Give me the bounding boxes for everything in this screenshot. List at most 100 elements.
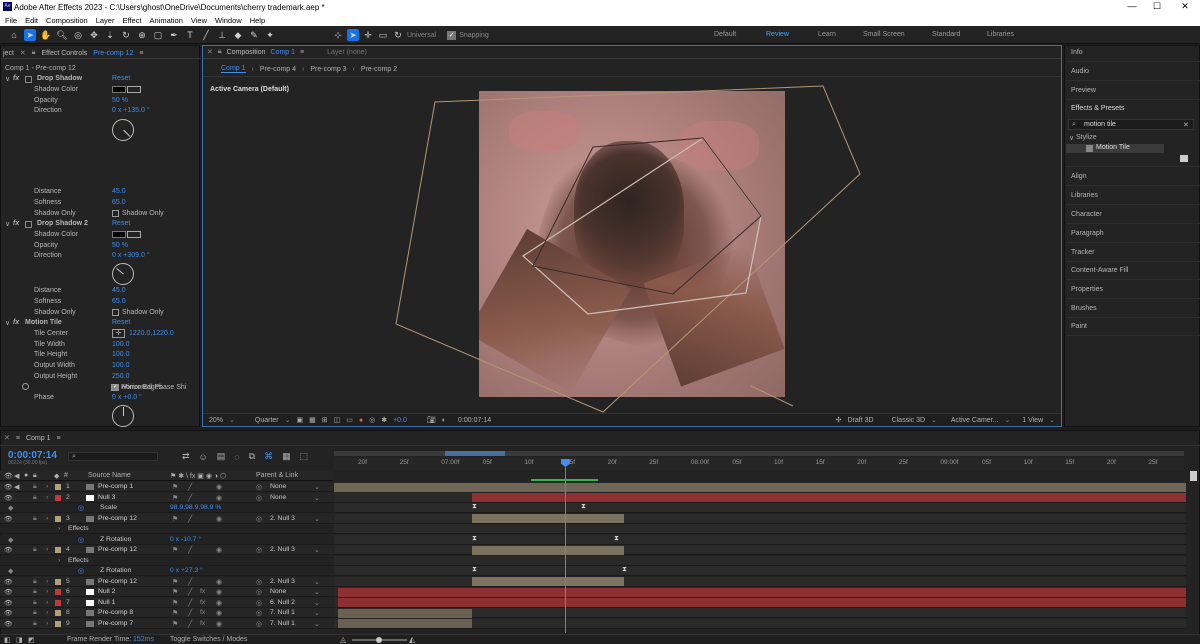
parent-dropdown[interactable]: 2. Null 3 <box>270 578 295 585</box>
parent-dropdown[interactable]: 6. Null 2 <box>270 599 295 606</box>
switch-quality-icon[interactable]: ╱ <box>188 578 192 586</box>
property-value[interactable]: 98.9,98.9,98.9 % <box>170 504 221 511</box>
drop-shadow-reset[interactable]: Reset <box>112 75 130 82</box>
puppet-pin-icon[interactable]: ✦ <box>264 29 276 41</box>
fx-icon[interactable]: fx <box>13 319 19 326</box>
stopwatch-icon[interactable]: ◎ <box>78 536 84 544</box>
workspace-standard[interactable]: Standard <box>932 31 960 38</box>
layer-track[interactable] <box>334 566 1186 576</box>
panel-menu-icon[interactable]: ≡ <box>16 435 20 442</box>
expand-chevron-icon[interactable]: › <box>46 609 48 616</box>
axis-rect-icon[interactable]: ▭ <box>377 29 389 41</box>
switch-motion-blur-icon[interactable]: ◉ <box>216 483 222 491</box>
draft-3d-icon[interactable]: ✣ <box>836 416 842 424</box>
parent-pickwhip-icon[interactable]: ◎ <box>256 609 262 617</box>
keyframe-navigator-icon[interactable]: ◆ <box>8 504 13 512</box>
layer-name[interactable]: Null 3 <box>98 494 115 501</box>
property-row[interactable]: ◆ ◎ Z Rotation 0 x +27.3 ° <box>0 566 333 576</box>
exposure-icon[interactable]: ✱ <box>381 416 387 424</box>
label-color-swatch[interactable] <box>55 494 61 501</box>
expand-chevron-icon[interactable]: › <box>58 557 60 564</box>
phase-dial[interactable] <box>112 405 134 427</box>
frame-icon[interactable]: ▭ <box>346 416 353 424</box>
property-row[interactable]: ◆ ◎ Scale 98.9,98.9,98.9 % <box>0 503 333 513</box>
resolution-dropdown[interactable]: Quarter <box>255 417 279 424</box>
color-channels-icon[interactable]: ● <box>359 417 363 424</box>
switch-shy-icon[interactable]: ⚑ <box>172 599 178 607</box>
fx-icon[interactable]: fx <box>13 220 19 227</box>
distance-value[interactable]: 45.0 <box>112 188 126 195</box>
output-height-value[interactable]: 250.0 <box>112 373 130 380</box>
layer-name[interactable]: Null 1 <box>98 599 115 606</box>
rectangle-tool-icon[interactable]: ▢ <box>152 29 164 41</box>
lock-icon[interactable]: 🔒︎ <box>32 49 36 57</box>
toggle-render-icon[interactable]: ◩ <box>28 636 35 644</box>
parent-pickwhip-icon[interactable]: ◎ <box>256 588 262 596</box>
stopwatch-icon[interactable] <box>22 383 29 390</box>
layer-row[interactable]: 👁︎ 🔒︎ › 5 Pre-comp 12 ⚑ ╱ ◉ ◎ 2. Null 3 ⌄ <box>0 576 333 587</box>
layer-track[interactable] <box>334 534 1186 545</box>
parent-pickwhip-icon[interactable]: ◎ <box>256 494 262 502</box>
opacity-value[interactable]: 50 % <box>112 97 128 104</box>
roto-brush-icon[interactable]: ✎ <box>248 29 260 41</box>
minimize-button[interactable]: — <box>1122 1 1142 11</box>
switch-quality-icon[interactable]: ╱ <box>188 599 192 607</box>
switch-fx-icon[interactable]: fx <box>200 599 205 606</box>
keyframe-icon[interactable]: ⧗ <box>472 535 477 543</box>
layer-name[interactable]: Null 2 <box>98 588 115 595</box>
workspace-small-screen[interactable]: Small Screen <box>863 31 905 38</box>
align-panel-tab[interactable]: Align <box>1071 173 1087 180</box>
category-stylize[interactable]: Stylize <box>1076 134 1097 141</box>
opacity-value[interactable]: 50 % <box>112 242 128 249</box>
comp-mini-flowchart-icon[interactable]: ⬚ <box>300 451 309 462</box>
disclosure-icon[interactable]: ∨ <box>5 319 10 327</box>
expand-chevron-icon[interactable]: › <box>46 620 48 627</box>
softness-value[interactable]: 65.0 <box>112 199 126 206</box>
parent-dropdown[interactable]: None <box>270 494 286 501</box>
switch-quality-icon[interactable]: ╱ <box>188 494 192 502</box>
shadow-only-checkbox[interactable] <box>112 210 119 217</box>
layer-row[interactable]: 👁︎ 🔒︎ › 7 Null 1 ⚑ ╱ fx ◉ ◎ 6. Null 2 ⌄ <box>0 597 333 608</box>
switch-shy-icon[interactable]: ⚑ <box>172 609 178 617</box>
switch-motion-blur-icon[interactable]: ◉ <box>216 578 222 586</box>
panel-menu-icon[interactable]: ≡ <box>56 435 60 442</box>
eyedropper-icon[interactable] <box>127 231 141 238</box>
lock-toggle-icon[interactable]: 🔒︎ <box>33 546 37 554</box>
property-value[interactable]: 0 x +27.3 ° <box>170 567 203 574</box>
timeline-tab-comp-1[interactable]: Comp 1 <box>26 435 51 442</box>
layer-duration-bar[interactable] <box>338 587 1186 597</box>
property-row[interactable]: ◆ ◎ Z Rotation 0 x -10.7 ° <box>0 534 333 545</box>
visibility-eye-icon[interactable]: 👁︎ <box>4 494 13 502</box>
lock-toggle-icon[interactable]: 🔒︎ <box>33 599 37 607</box>
layer-name[interactable]: Pre-comp 8 <box>98 609 133 616</box>
preview-panel-tab[interactable]: Preview <box>1071 87 1096 94</box>
lock-toggle-icon[interactable]: 🔒︎ <box>33 588 37 596</box>
expand-chevron-icon[interactable]: › <box>46 599 48 606</box>
disclosure-icon[interactable]: ∨ <box>1069 134 1074 142</box>
switch-motion-blur-icon[interactable]: ◉ <box>216 515 222 523</box>
layer-duration-bar[interactable] <box>472 493 1186 502</box>
playhead-line[interactable] <box>565 467 566 633</box>
workspace-learn[interactable]: Learn <box>818 31 836 38</box>
keyframe-icon[interactable]: ⧗ <box>622 566 627 574</box>
lock-toggle-icon[interactable]: 🔒︎ <box>33 494 37 502</box>
layer-track[interactable] <box>334 545 1186 555</box>
switch-motion-blur-icon[interactable]: ◉ <box>216 609 222 617</box>
label-color-swatch[interactable] <box>55 610 61 616</box>
layer-track[interactable] <box>334 555 1186 566</box>
expand-chevron-icon[interactable]: › <box>46 578 48 585</box>
snapshot-icon[interactable]: 📷︎ <box>427 416 436 424</box>
libraries-panel-tab[interactable]: Libraries <box>1071 192 1098 199</box>
layer-duration-bar[interactable] <box>334 482 1186 492</box>
menu-animation[interactable]: Animation <box>150 16 183 25</box>
exposure-value[interactable]: +0.0 <box>393 417 407 424</box>
brush-tool-icon[interactable]: ╱ <box>200 29 212 41</box>
parent-pickwhip-icon[interactable]: ◎ <box>256 483 262 491</box>
lock-toggle-icon[interactable]: 🔒︎ <box>33 483 37 491</box>
keyframe-navigator-icon[interactable]: ◆ <box>8 567 13 575</box>
timeline-scrollbar[interactable] <box>1190 471 1197 481</box>
info-panel-tab[interactable]: Info <box>1071 49 1083 56</box>
layer-row[interactable]: 👁︎ 🔒︎ › 9 Pre-comp 7 ⚑ ╱ fx ◉ ◎ 7. Null 1 ⌄ <box>0 618 333 629</box>
brushes-panel-tab[interactable]: Brushes <box>1071 305 1097 312</box>
switch-shy-icon[interactable]: ⚑ <box>172 515 178 523</box>
